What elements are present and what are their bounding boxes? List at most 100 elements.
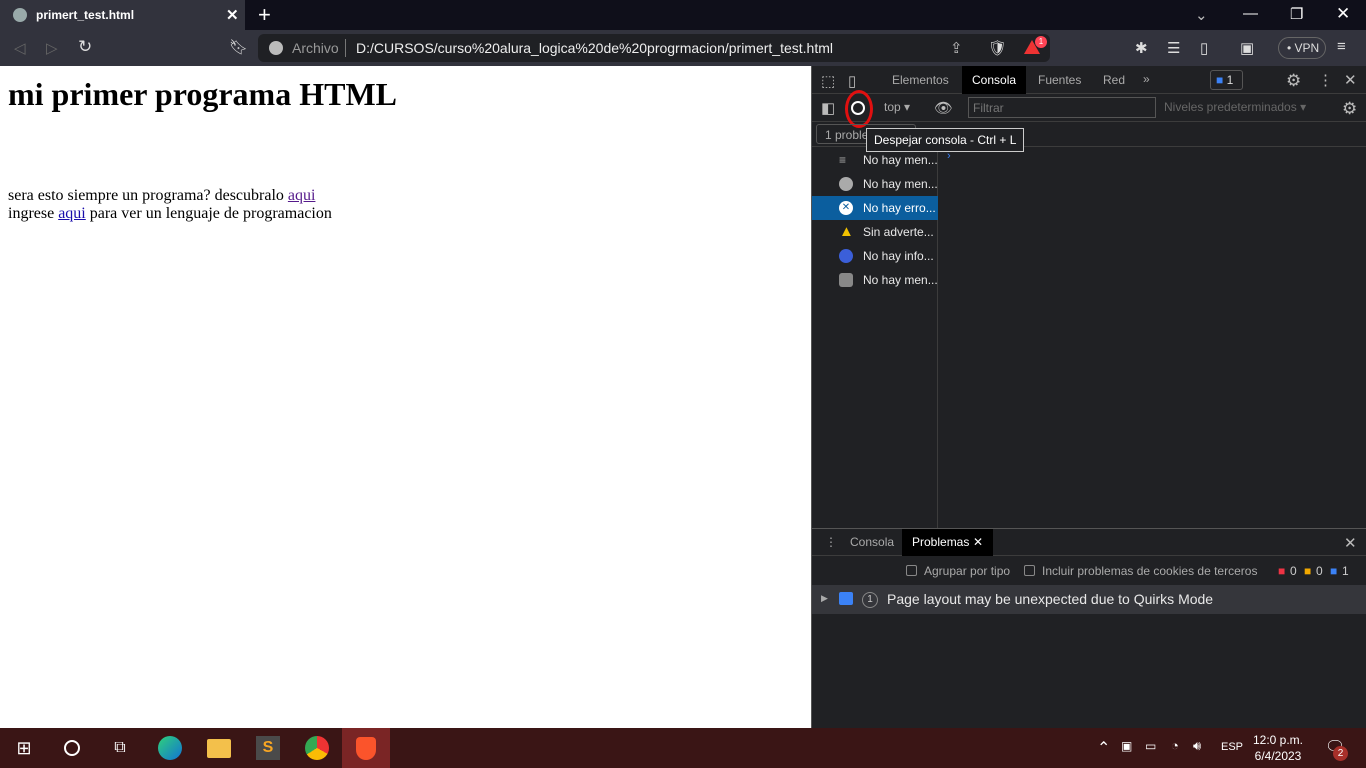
restore-button[interactable]: ❐: [1290, 5, 1303, 23]
issues-count: 1: [1226, 73, 1234, 87]
task-view-icon: ⧉: [114, 739, 126, 756]
tab-red[interactable]: Red: [1093, 66, 1135, 94]
include-cookies-label: Incluir problemas de cookies de terceros: [1042, 564, 1258, 578]
forward-icon[interactable]: ▷: [46, 39, 58, 57]
edge-app[interactable]: [146, 728, 194, 768]
reload-icon[interactable]: ↻: [78, 37, 92, 57]
minimize-button[interactable]: —: [1243, 5, 1258, 22]
brave-icon: [356, 736, 376, 760]
playlist-icon[interactable]: ☰: [1167, 39, 1180, 57]
warning-count: 0: [1316, 564, 1323, 578]
date: 6/4/2023: [1254, 749, 1302, 763]
settings-icon[interactable]: ⚙: [1286, 71, 1301, 91]
line1-link[interactable]: aqui: [288, 187, 316, 204]
line1-text: sera esto siempre un programa? descubral…: [8, 187, 288, 204]
show-hidden-icons[interactable]: ⌃: [1097, 738, 1110, 758]
user-icon: [839, 177, 853, 191]
context-value: top: [884, 100, 901, 114]
include-cookies-checkbox[interactable]: [1024, 565, 1035, 576]
volume-icon[interactable]: 🔊︎: [1193, 738, 1201, 754]
tab-search-icon[interactable]: ⌄: [1195, 6, 1208, 24]
info-count-icon: ■: [1330, 564, 1338, 578]
console-sidebar: ≡ No hay men... No hay men... ✕ No hay err…: [812, 148, 938, 528]
info-count: 1: [1342, 564, 1349, 578]
close-devtools-icon[interactable]: ✕: [1344, 71, 1357, 89]
inspect-icon[interactable]: ⬚: [821, 72, 835, 90]
issues-counter-button[interactable]: ■ 1: [1210, 70, 1243, 90]
notification-badge: 2: [1333, 746, 1348, 761]
live-expression-icon[interactable]: 👁︎: [934, 99, 953, 117]
clock[interactable]: 12:0 p.m. 6/4/2023: [1252, 732, 1304, 764]
divider: [345, 39, 346, 57]
problems-toolbar: Agrupar por tipo Incluir problemas de co…: [812, 557, 1366, 584]
page-content: mi primer programa HTML sera esto siempr…: [0, 66, 811, 728]
battery-icon[interactable]: ▭: [1145, 739, 1156, 753]
start-button[interactable]: ⊞: [0, 728, 48, 768]
task-view-button[interactable]: ⧉: [96, 728, 144, 768]
sublime-app[interactable]: S: [244, 728, 292, 768]
context-select[interactable]: top ▾: [884, 100, 910, 114]
bookmark-icon[interactable]: 🔖︎: [229, 38, 248, 56]
tab-consola[interactable]: Consola: [962, 66, 1027, 94]
vpn-button[interactable]: • VPN: [1278, 37, 1326, 59]
browser-tab[interactable]: primert_test.html ✕: [0, 0, 245, 30]
line2-prefix: ingrese: [8, 205, 59, 222]
line2-link[interactable]: aqui: [58, 205, 86, 222]
close-problemas-tab-icon[interactable]: ✕: [973, 535, 983, 549]
address-bar[interactable]: Archivo D:/CURSOS/curso%20alura_logica%2…: [258, 34, 1050, 62]
sidebar-item-errors[interactable]: ✕ No hay erro...: [812, 196, 938, 220]
sidebar-item-info[interactable]: No hay info...: [812, 244, 938, 268]
close-tab-icon[interactable]: ✕: [226, 6, 239, 24]
line2-suffix: para ver un lenguaje de programacion: [85, 205, 332, 222]
menu-icon[interactable]: ≡: [1337, 38, 1346, 55]
new-tab-button[interactable]: +: [258, 2, 271, 28]
log-levels-select[interactable]: Niveles predeterminados ▾: [1164, 100, 1306, 114]
show-sidebar-icon[interactable]: ◧: [821, 99, 835, 117]
drawer-tabbar: ⋮ Consola Problemas ✕ ✕: [812, 529, 1366, 556]
sidebar-icon[interactable]: ▯: [1200, 39, 1208, 57]
devtools-panel: ⬚ ▯ Elementos Consola Fuentes Red » ■ 1 …: [811, 66, 1366, 728]
message-icon: ■: [1216, 73, 1224, 87]
wallet-icon[interactable]: ▣: [1240, 39, 1254, 57]
wifi-icon[interactable]: ◔: [1171, 738, 1179, 753]
device-toolbar-icon[interactable]: ▯: [848, 72, 856, 90]
group-by-type-checkbox[interactable]: [906, 565, 917, 576]
window-close-button[interactable]: ✕: [1336, 4, 1350, 24]
error-count-icon: ■: [1278, 564, 1286, 578]
sidebar-item-warnings[interactable]: ▲ Sin adverte...: [812, 220, 938, 244]
camera-icon[interactable]: ▣: [1121, 739, 1132, 753]
sublime-icon: S: [256, 736, 280, 760]
sidebar-item-user-messages[interactable]: No hay men...: [812, 172, 938, 196]
back-icon[interactable]: ◁: [14, 39, 26, 57]
more-tabs-icon[interactable]: »: [1143, 72, 1150, 86]
filter-input[interactable]: [968, 97, 1156, 118]
chrome-app[interactable]: [293, 728, 341, 768]
close-drawer-icon[interactable]: ✕: [1344, 534, 1357, 552]
error-icon: ✕: [839, 201, 853, 215]
tab-title: primert_test.html: [36, 8, 135, 22]
group-by-type-label: Agrupar por tipo: [924, 564, 1011, 578]
tab-fuentes[interactable]: Fuentes: [1028, 66, 1091, 94]
chrome-icon: [305, 736, 329, 760]
more-options-icon[interactable]: ⋮: [1318, 71, 1333, 89]
issue-text: Page layout may be unexpected due to Qui…: [887, 591, 1214, 607]
rewards-badge: 1: [1035, 36, 1047, 48]
tab-elementos[interactable]: Elementos: [882, 66, 959, 94]
explorer-app[interactable]: [195, 728, 243, 768]
language-indicator[interactable]: ESP: [1221, 741, 1243, 753]
expand-arrow-icon[interactable]: ▶: [821, 593, 828, 604]
brave-shield-icon[interactable]: 🛡︎: [988, 39, 1007, 57]
extensions-icon[interactable]: ✱: [1135, 39, 1148, 57]
console-settings-icon[interactable]: ⚙: [1342, 99, 1357, 119]
search-button[interactable]: [48, 728, 96, 768]
brave-app[interactable]: [342, 728, 390, 768]
sidebar-item-verbose[interactable]: No hay men...: [812, 268, 938, 292]
issue-row[interactable]: ▶ 1 Page layout may be unexpected due to…: [812, 585, 1366, 614]
drawer-tab-consola[interactable]: Consola: [840, 529, 904, 556]
drawer: ⋮ Consola Problemas ✕ ✕ Agrupar por tipo…: [812, 528, 1366, 728]
drawer-menu-icon[interactable]: ⋮: [825, 535, 837, 549]
share-icon[interactable]: ⇪: [950, 39, 963, 57]
bug-icon: [839, 273, 853, 287]
info-icon: [269, 41, 283, 55]
tooltip: Despejar consola - Ctrl + L: [866, 128, 1025, 152]
